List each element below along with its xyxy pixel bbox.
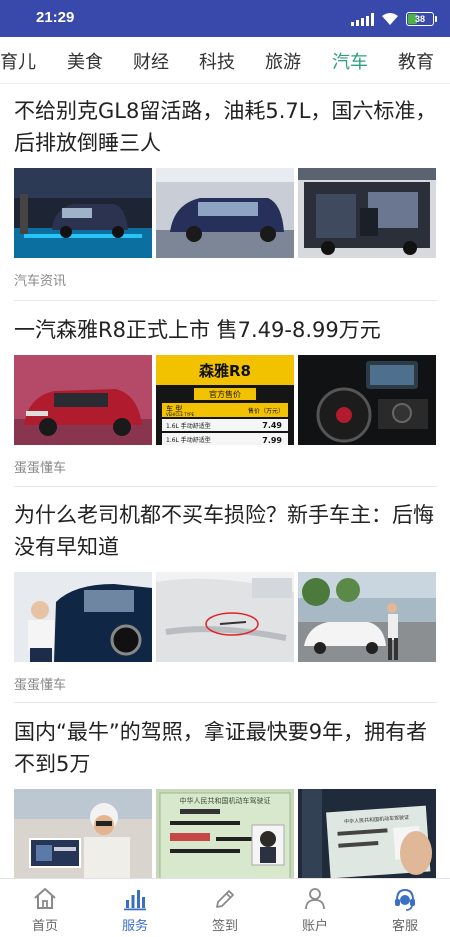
nav-account[interactable]: 账户	[270, 879, 360, 937]
article-image[interactable]	[298, 168, 436, 258]
tab-travel[interactable]: 旅游	[265, 48, 301, 74]
article-image[interactable]	[14, 355, 152, 445]
article-title[interactable]: 国内“最牛”的驾照，拿证最快要9年，拥有者不到5万	[14, 716, 437, 780]
row2-model-text: 1.6L 手动舒适型	[166, 436, 211, 444]
divider	[14, 486, 437, 487]
article-image[interactable]	[298, 355, 436, 445]
battery-level: 38	[414, 14, 425, 24]
nav-checkin-label: 签到	[211, 919, 238, 934]
headset-icon	[395, 888, 415, 911]
article-image[interactable]	[14, 789, 152, 878]
nav-checkin[interactable]: 签到	[180, 879, 270, 937]
article-thumbnails	[14, 168, 437, 258]
news-article[interactable]: 国内“最牛”的驾照，拿证最快要9年，拥有者不到5万 中华人民共和国机动车驾驶证	[14, 716, 437, 878]
category-tabs: 育儿 美食 财经 科技 旅游 汽车 教育	[0, 37, 450, 84]
license-header-text: 中华人民共和国机动车驾驶证	[180, 796, 271, 805]
nav-support-label: 客服	[391, 919, 418, 934]
tab-education[interactable]: 教育	[398, 48, 434, 74]
news-article[interactable]: 为什么老司机都不买车损险？新手车主：后悔没有早知道 蛋蛋懂车	[14, 499, 437, 693]
battery-icon: 38	[406, 12, 437, 26]
news-article[interactable]: 不给别克GL8留活路，油耗5.7L，国六标准，后排放倒睡三人 汽车资讯	[14, 95, 437, 289]
nav-home-label: 首页	[31, 919, 58, 934]
news-article[interactable]: 一汽森雅R8正式上市 售7.49-8.99万元 森雅R8 官方售价 车 型 VE…	[14, 314, 437, 476]
article-title[interactable]: 不给别克GL8留活路，油耗5.7L，国六标准，后排放倒睡三人	[14, 95, 437, 159]
article-image[interactable]	[156, 168, 294, 258]
pencil-icon	[216, 890, 234, 908]
divider	[14, 300, 437, 301]
row1-price-text: 7.49	[262, 421, 282, 430]
home-icon	[34, 888, 56, 909]
tab-parenting[interactable]: 育儿	[0, 48, 36, 74]
nav-service[interactable]: 服务	[90, 879, 180, 937]
article-source: 蛋蛋懂车	[14, 678, 67, 693]
row2-price-text: 7.99	[262, 436, 282, 445]
article-thumbnails: 中华人民共和国机动车驾驶证 中华人民共和国机动车驾驶证	[14, 789, 437, 878]
article-image[interactable]: 中华人民共和国机动车驾驶证	[156, 789, 294, 878]
article-image[interactable]	[14, 168, 152, 258]
article-title[interactable]: 一汽森雅R8正式上市 售7.49-8.99万元	[14, 314, 437, 346]
article-thumbnails	[14, 572, 437, 662]
status-bar: 21:29 38	[0, 0, 450, 37]
col-model-en-text: VEHICLE TYPE	[166, 412, 195, 417]
article-image[interactable]	[14, 572, 152, 662]
tab-food[interactable]: 美食	[67, 48, 103, 74]
status-icons: 38	[351, 10, 437, 28]
article-source: 蛋蛋懂车	[14, 461, 67, 476]
article-image[interactable]: 森雅R8 官方售价 车 型 VEHICLE TYPE 售价（万元） 1.6L 手…	[156, 355, 294, 445]
article-image[interactable]	[156, 572, 294, 662]
tab-auto[interactable]: 汽车	[332, 48, 368, 74]
official-price-text: 官方售价	[209, 389, 241, 399]
signal-icon	[351, 12, 374, 26]
divider	[14, 702, 437, 703]
bar-chart-icon	[124, 890, 146, 911]
senya-name-text: 森雅R8	[199, 362, 251, 380]
news-feed[interactable]: 不给别克GL8留活路，油耗5.7L，国六标准，后排放倒睡三人 汽车资讯 一汽森雅…	[0, 85, 450, 878]
article-title[interactable]: 为什么老司机都不买车损险？新手车主：后悔没有早知道	[14, 499, 437, 563]
article-source: 汽车资讯	[14, 274, 67, 289]
row1-model-text: 1.6L 手动舒适型	[166, 422, 211, 430]
tab-finance[interactable]: 财经	[133, 48, 169, 74]
status-time: 21:29	[36, 9, 75, 26]
nav-home[interactable]: 首页	[0, 879, 90, 937]
nav-support[interactable]: 客服	[360, 879, 450, 937]
article-thumbnails: 森雅R8 官方售价 车 型 VEHICLE TYPE 售价（万元） 1.6L 手…	[14, 355, 437, 445]
col-price-text: 售价（万元）	[248, 407, 284, 415]
wifi-icon	[382, 13, 398, 25]
nav-service-label: 服务	[121, 919, 148, 934]
tab-tech[interactable]: 科技	[199, 48, 235, 74]
bottom-nav: 首页 服务 签到 账户 客服	[0, 878, 450, 937]
person-icon	[305, 888, 325, 910]
article-image[interactable]	[298, 572, 436, 662]
nav-account-label: 账户	[301, 919, 328, 934]
article-image[interactable]: 中华人民共和国机动车驾驶证	[298, 789, 436, 878]
